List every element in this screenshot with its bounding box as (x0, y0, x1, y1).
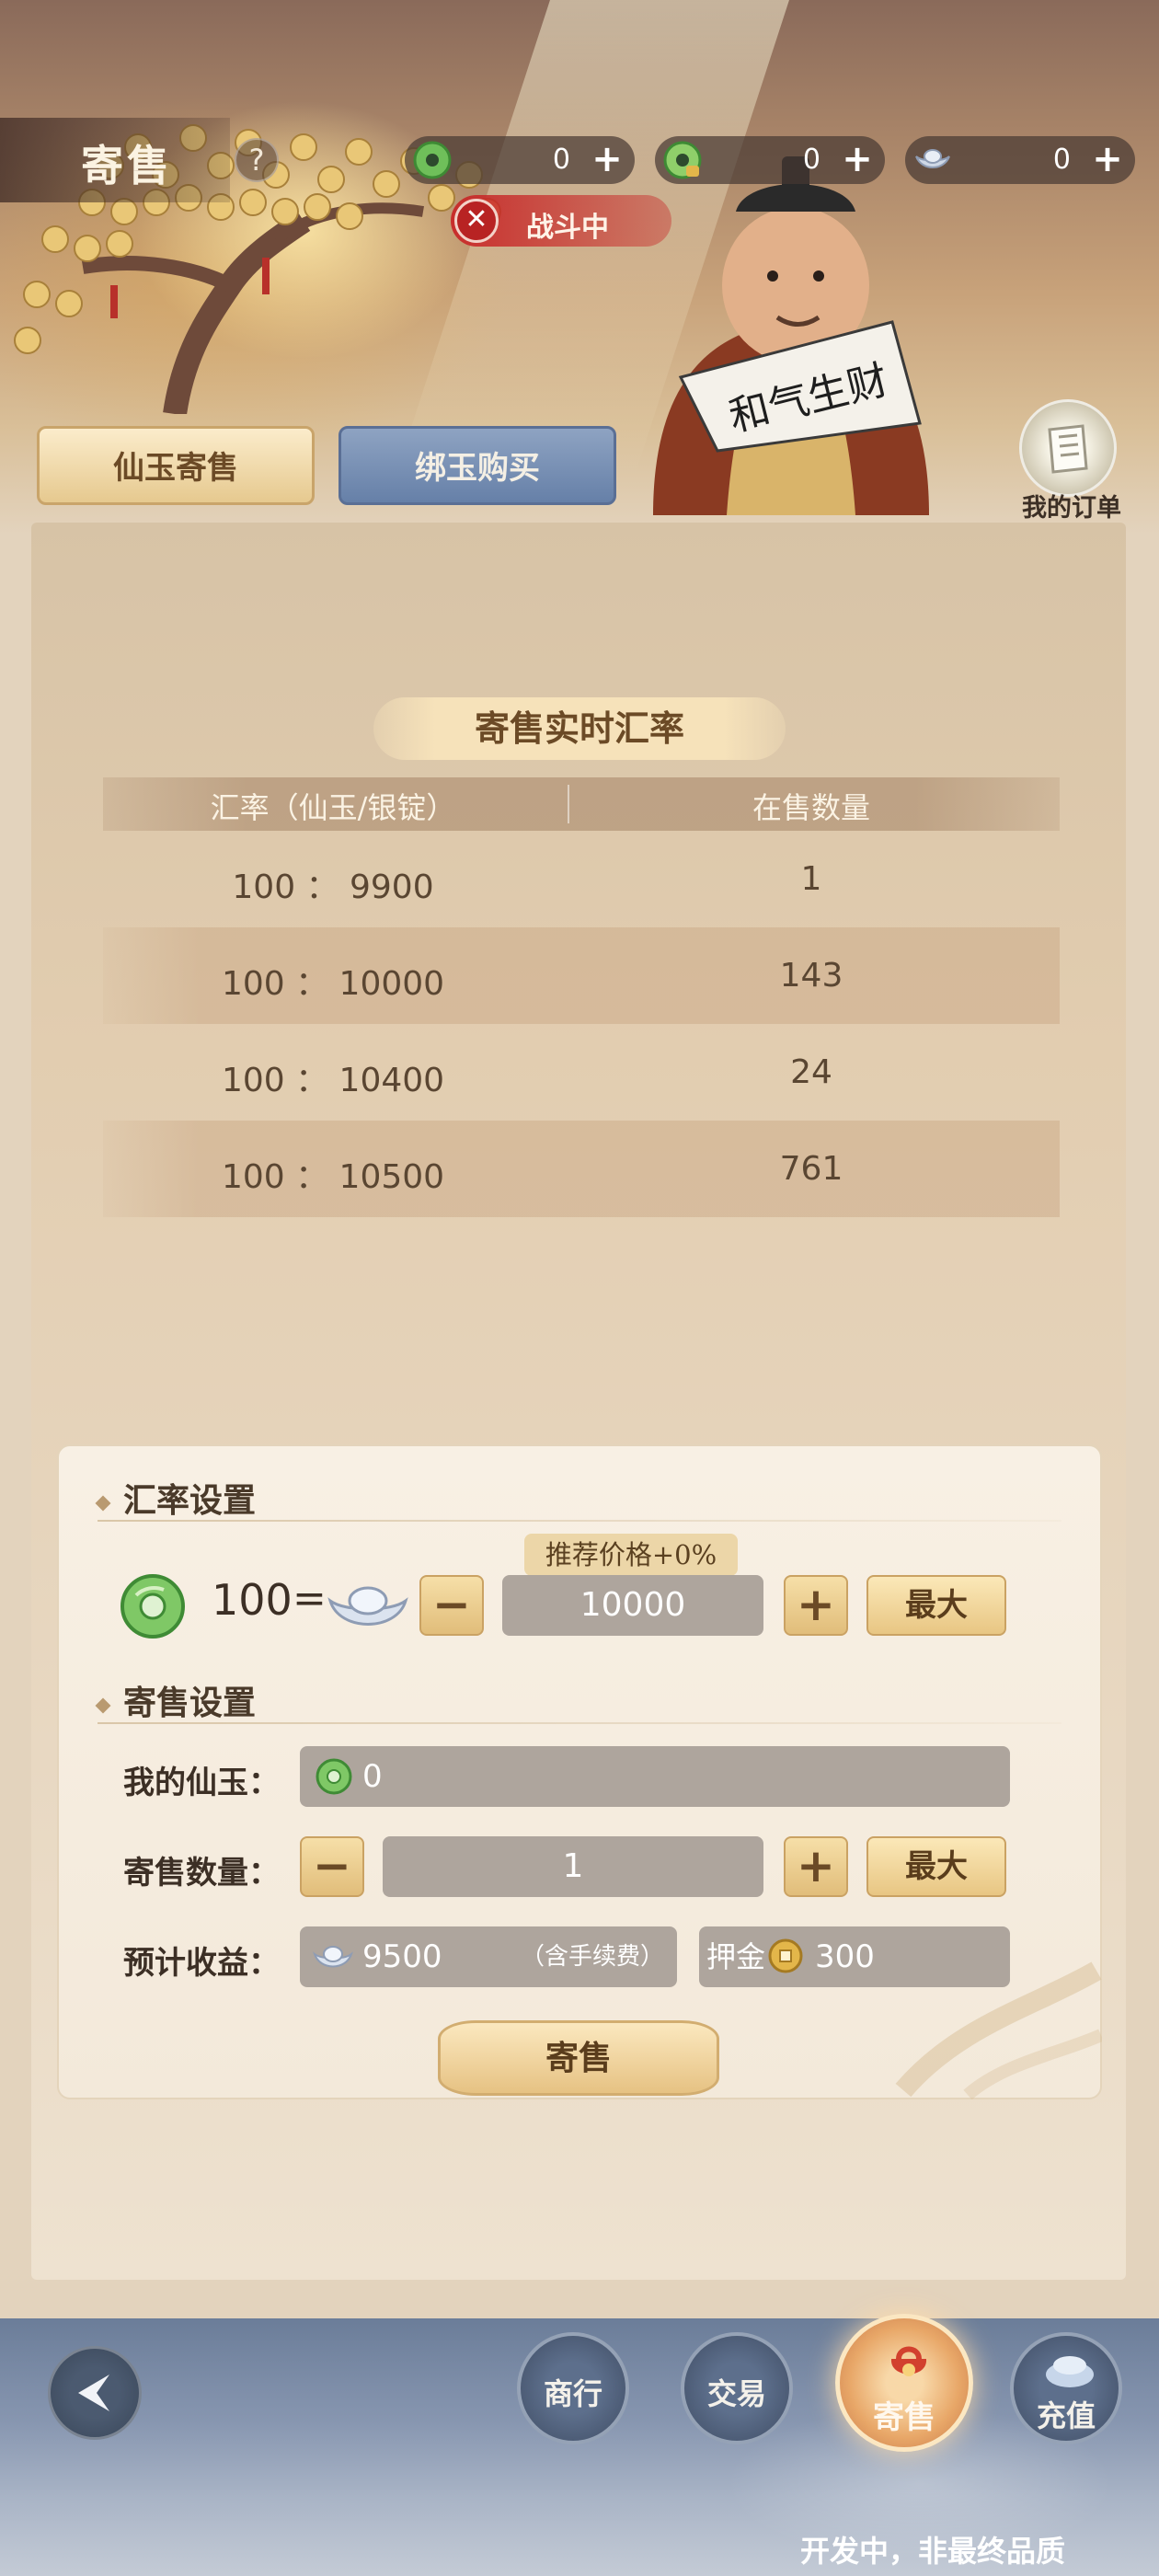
rate-cell: 100 ： 9900 (232, 868, 434, 906)
jade-coin-icon (120, 1574, 185, 1639)
income-value: 9500 (362, 1938, 442, 1975)
deposit-field: 押金 300 (699, 1926, 1010, 1987)
quantity-max-button[interactable]: 最大 (866, 1836, 1006, 1897)
equals-sign: = (293, 1575, 327, 1622)
help-button[interactable]: ? (235, 138, 279, 182)
price-max-button[interactable]: 最大 (866, 1575, 1006, 1636)
jade-coin-icon (316, 1758, 352, 1795)
price-increase-button[interactable]: + (784, 1575, 848, 1636)
treasure-chest-icon (1046, 2356, 1094, 2387)
income-label: 预计收益： (123, 1945, 280, 1982)
back-button[interactable] (48, 2346, 142, 2440)
table-row[interactable]: 100 ： 10500 761 (103, 1121, 1060, 1217)
battle-status-label: 战斗中 (526, 212, 609, 244)
my-jade-value: 0 (362, 1758, 383, 1795)
rate-table-title: 寄售实时汇率 (373, 697, 786, 760)
consign-submit-button[interactable]: 寄售 (438, 2020, 719, 2096)
nav-shop-label: 商行 (543, 2376, 602, 2411)
rate-table-header: 汇率（仙玉/银锭） 在售数量 (103, 777, 1060, 831)
currency-jade: 0 + (405, 136, 635, 184)
consign-bag-icon (890, 2346, 927, 2376)
tab-jade-consign[interactable]: 仙玉寄售 (37, 426, 315, 505)
section-divider (98, 1520, 1061, 1522)
count-cell: 1 (800, 860, 822, 898)
income-field: 9500 （含手续费） (300, 1926, 677, 1987)
my-orders-label: 我的订单 (1022, 494, 1121, 523)
top-bar: 寄售 ? 0 + 0 + 0 + (0, 118, 1159, 202)
diamond-bullet-icon (95, 1495, 111, 1512)
nav-trade-button[interactable]: 交易 (681, 2332, 793, 2444)
rate-cell: 100 ： 10500 (221, 1158, 445, 1196)
rate-table: 汇率（仙玉/银锭） 在售数量 100 ： 9900 1 100 ： 10000 … (103, 777, 1060, 1217)
count-cell: 761 (779, 1150, 843, 1188)
silver-ingot-icon (313, 1946, 353, 1968)
jade-amount: 100 (212, 1575, 293, 1625)
section-title-rate-setting: 汇率设置 (95, 1474, 256, 1522)
page-title: 寄售 (81, 141, 173, 190)
nav-consign-button[interactable]: 寄售 (835, 2314, 973, 2452)
column-header-count: 在售数量 (752, 790, 870, 825)
deposit-value: 300 (815, 1938, 875, 1975)
tab-bound-jade-buy[interactable]: 绑玉购买 (339, 426, 616, 505)
bound-jade-coin-icon (663, 141, 702, 179)
count-cell: 24 (790, 1053, 832, 1091)
column-divider (568, 785, 569, 823)
quantity-increase-button[interactable]: + (784, 1836, 848, 1897)
price-decrease-button[interactable]: − (419, 1575, 484, 1636)
currency-jade-add-button[interactable]: + (589, 141, 625, 178)
nav-recharge-button[interactable]: 充值 (1010, 2332, 1122, 2444)
title-plate: 寄售 (0, 118, 230, 202)
income-fee-note: （含手续费） (520, 1943, 664, 1971)
silver-ingot-icon (327, 1586, 408, 1626)
table-row[interactable]: 100 ： 10000 143 (103, 927, 1060, 1024)
rate-cell: 100 ： 10400 (221, 1062, 445, 1099)
my-jade-label: 我的仙玉： (123, 1765, 280, 1801)
orders-icon (1019, 399, 1117, 497)
nav-consign-label: 寄售 (873, 2399, 935, 2436)
section-title-sell-setting: 寄售设置 (95, 1676, 256, 1724)
close-icon: ✕ (454, 199, 499, 243)
my-orders-button[interactable]: 我的订单 (1012, 399, 1128, 524)
battle-status-badge: ✕ 战斗中 (451, 195, 671, 247)
currency-silver-add-button[interactable]: + (1089, 141, 1126, 178)
section-divider (98, 1722, 1061, 1724)
silver-ingot-icon (915, 149, 950, 168)
dev-build-notice: 开发中，非最终品质 (800, 2534, 1066, 2569)
rate-cell: 100 ： 10000 (221, 965, 445, 1003)
recommended-price-tag: 推荐价格+0% (524, 1534, 738, 1576)
column-header-rate: 汇率（仙玉/银锭） (210, 790, 456, 825)
copper-coin-icon (768, 1938, 803, 1973)
table-row[interactable]: 100 ： 9900 1 (103, 831, 1060, 927)
my-jade-field: 0 (300, 1746, 1010, 1807)
currency-silver-value: 0 (1052, 144, 1071, 176)
deposit-label: 押金 (706, 1939, 766, 1974)
table-row[interactable]: 100 ： 10400 24 (103, 1024, 1060, 1121)
nav-recharge-label: 充值 (1036, 2398, 1096, 2433)
currency-jade-value: 0 (552, 144, 570, 176)
currency-bound-jade: 0 + (655, 136, 885, 184)
currency-bound-jade-value: 0 (802, 144, 820, 176)
price-input[interactable]: 10000 (502, 1575, 763, 1636)
count-cell: 143 (779, 957, 843, 995)
back-arrow-icon (78, 2375, 109, 2411)
merchant-character-illustration: 和气生财 (653, 156, 929, 515)
currency-silver: 0 + (905, 136, 1135, 184)
jade-coin-icon (413, 141, 452, 179)
nav-trade-label: 交易 (706, 2376, 766, 2411)
nav-shop-button[interactable]: 商行 (517, 2332, 629, 2444)
currency-bound-jade-add-button[interactable]: + (839, 141, 876, 178)
quantity-input[interactable]: 1 (383, 1836, 763, 1897)
quantity-decrease-button[interactable]: − (300, 1836, 364, 1897)
diamond-bullet-icon (95, 1697, 111, 1714)
quantity-label: 寄售数量： (123, 1855, 280, 1892)
